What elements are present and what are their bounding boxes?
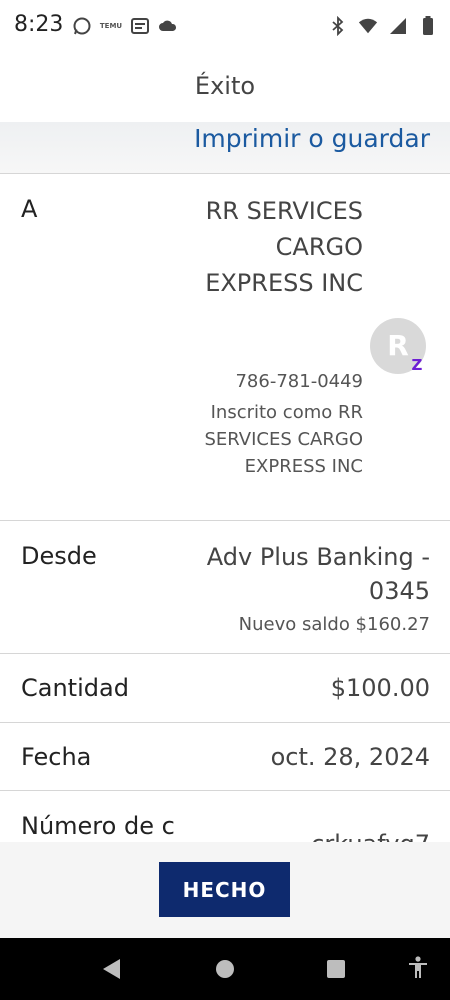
recipient-label: A xyxy=(21,195,38,223)
back-icon[interactable] xyxy=(103,959,120,979)
divider xyxy=(0,653,450,654)
recent-apps-icon[interactable] xyxy=(327,960,345,978)
bluetooth-icon xyxy=(328,16,348,36)
recipient-name: RR SERVICES CARGO EXPRESS INC xyxy=(205,197,363,297)
done-button[interactable]: HECHO xyxy=(159,862,290,917)
app-icon xyxy=(130,16,150,36)
print-row: Imprimir o guardar xyxy=(0,122,450,174)
title-bar: Éxito xyxy=(0,56,450,122)
battery-icon xyxy=(418,16,438,36)
accessibility-icon[interactable] xyxy=(408,956,428,986)
signal-icon xyxy=(388,16,408,36)
zelle-icon: Z xyxy=(411,356,423,374)
from-account: Adv Plus Banking - 0345 xyxy=(206,543,430,605)
amount-value: $100.00 xyxy=(330,674,430,702)
divider xyxy=(0,790,450,791)
receipt-content[interactable]: Imprimir o guardar A RR SERVICES CARGO E… xyxy=(0,122,450,842)
system-icons xyxy=(328,16,438,36)
from-label: Desde xyxy=(21,542,97,570)
confirmation-value: crkuafyg7 xyxy=(311,830,430,842)
confirmation-label: Número de c xyxy=(21,812,175,840)
status-bar: 8:23 TEMU xyxy=(0,0,450,56)
whatsapp-icon xyxy=(72,16,92,36)
cloud-icon xyxy=(158,16,178,36)
date-value: oct. 28, 2024 xyxy=(270,743,430,771)
recipient-enrolled-as: Inscrito como RR SERVICES CARGO EXPRESS … xyxy=(204,402,363,477)
date-label: Fecha xyxy=(21,743,92,771)
page-title: Éxito xyxy=(194,72,256,100)
wifi-icon xyxy=(358,16,378,36)
divider xyxy=(0,520,450,521)
print-or-save-link[interactable]: Imprimir o guardar xyxy=(194,124,430,153)
status-time: 8:23 xyxy=(14,12,64,37)
navigation-bar xyxy=(0,938,450,1000)
divider xyxy=(0,722,450,723)
temu-icon: TEMU xyxy=(99,21,123,30)
amount-label: Cantidad xyxy=(21,674,129,702)
recipient-phone: 786-781-0449 xyxy=(235,371,363,392)
notification-icons: TEMU xyxy=(72,16,178,36)
new-balance: Nuevo saldo $160.27 xyxy=(238,614,430,635)
bottom-action-bar: HECHO xyxy=(0,842,450,938)
home-icon[interactable] xyxy=(216,960,234,978)
